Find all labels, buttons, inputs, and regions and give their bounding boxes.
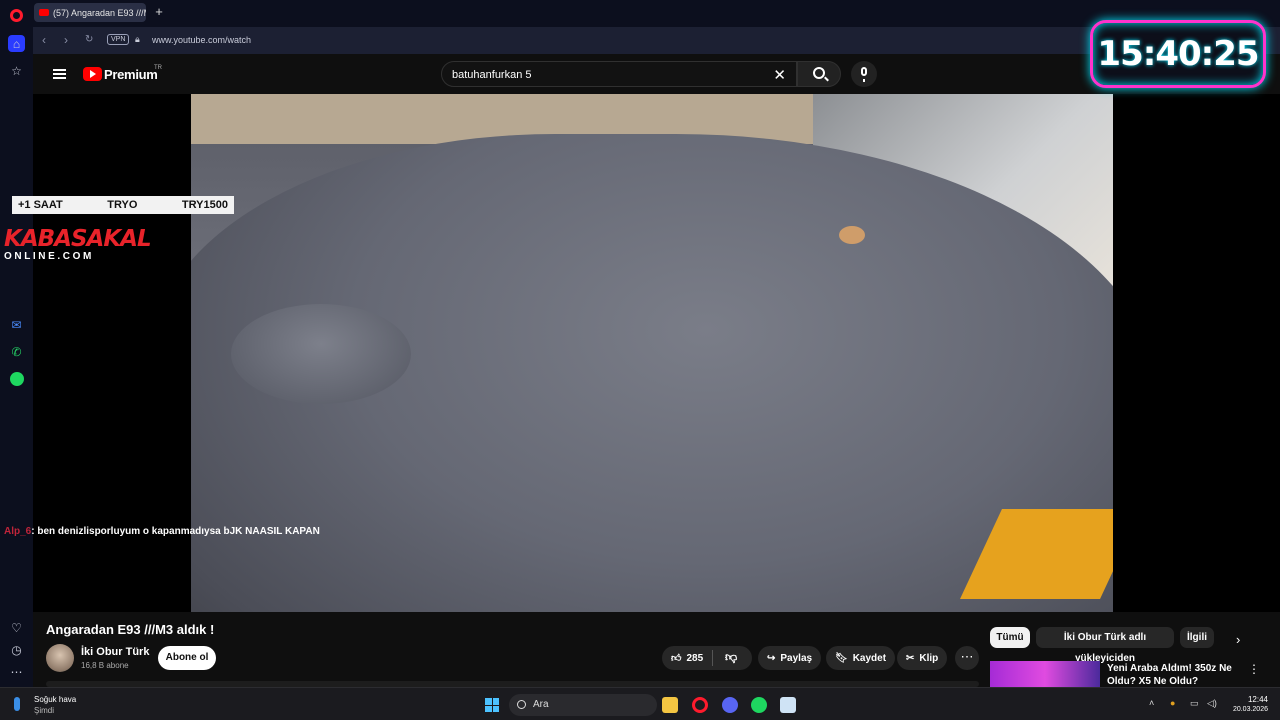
save-button[interactable]: 🔖︎ Kaydet [826,646,896,670]
recommendation-menu-icon[interactable]: ⋮ [1248,662,1260,676]
lock-icon[interactable]: 🔒︎ [135,34,140,45]
save-label: Kaydet [852,652,887,664]
url-field[interactable]: www.youtube.com/watch [152,35,251,45]
chat-username: Alp_6 [4,526,32,537]
clip-label: Klip [919,652,939,664]
reload-icon[interactable]: ↻ [85,34,93,45]
microphone-tray-icon[interactable]: ● [1170,698,1175,708]
promo-banner: +1 SAAT TRYO TRY1500 [12,196,234,214]
share-label: Paylaş [780,652,813,664]
video-frame[interactable] [191,94,1113,612]
sponsor-logo-line2: ONLINE.COM [4,251,94,262]
like-count: 285 [686,652,704,664]
thumbs-up-icon: 👍︎ [671,653,682,664]
browser-sidebar: ⌂ ☆ ✉ ✆ ♡ ◷ ⋯ [0,27,33,687]
youtube-favicon-icon [39,9,49,16]
app-taskbar-icon[interactable] [780,697,796,713]
search-icon [517,700,526,709]
vpn-badge[interactable]: VPN [107,34,130,45]
spotify-icon[interactable] [9,371,24,386]
youtube-premium-label[interactable]: Premium [104,67,158,82]
new-tab-icon[interactable]: + [152,5,166,19]
recommendation-thumbnail[interactable] [990,661,1100,687]
more-icon[interactable]: ⋯ [8,663,25,680]
youtube-logo-icon[interactable] [83,67,102,81]
voice-search-button[interactable] [851,61,877,87]
thermometer-icon[interactable] [14,697,20,711]
microphone-icon [861,67,867,82]
taskbar-time[interactable]: 12:44 [1238,695,1268,704]
search-icon [813,67,825,79]
browser-tab[interactable]: (57) Angaradan E93 ///M: × [34,3,146,22]
chat-message: : ben denizlisporluyum o kapanmadıysa bJ… [31,526,320,537]
video-title: Angaradan E93 ///M3 aldık ! [46,622,215,637]
browser-tab-bar: (57) Angaradan E93 ///M: × + [0,0,1280,27]
bookmark-icon: 🔖︎ [835,652,848,664]
forward-icon[interactable]: › [64,33,68,47]
spotify-taskbar-icon[interactable] [751,697,767,713]
heart-icon[interactable]: ♡ [8,619,25,636]
promo-item: TRY1500 [181,199,228,211]
sponsor-logo-line1: KABASAKAL [4,226,152,252]
opera-logo-icon[interactable] [10,9,23,22]
chip-uploader[interactable]: İki Obur Türk adlı yükleyiciden [1036,627,1174,664]
home-icon[interactable]: ⌂ [8,35,25,52]
chat-overlay-line: Alp_6: ben denizlisporluyum o kapanmadıy… [4,526,320,537]
promo-item: +1 SAAT [18,199,63,211]
subscribe-button[interactable]: Abone ol [158,646,216,670]
timer-value: 15:40:25 [1097,34,1259,74]
search-value: batuhanfurkan 5 [452,69,532,81]
star-icon[interactable]: ☆ [8,62,25,79]
opera-taskbar-icon[interactable] [692,697,708,713]
more-actions-icon[interactable]: ⋯ [955,646,979,670]
volume-icon[interactable]: ◁) [1207,698,1217,709]
recommendation-title[interactable]: Yeni Araba Aldım! 350z Ne Oldu? X5 Ne Ol… [1107,662,1237,688]
clip-button[interactable]: ✂ Klip [897,646,948,670]
weather-status[interactable]: Soğuk hava [34,695,76,704]
tab-title: (57) Angaradan E93 ///M: [53,7,146,18]
whatsapp-icon[interactable]: ✆ [8,343,25,360]
menu-icon[interactable] [53,69,66,79]
thumbs-down-icon[interactable]: 👎︎ [725,650,737,665]
clear-search-icon[interactable]: ✕ [773,66,786,84]
channel-avatar[interactable] [46,644,74,672]
taskbar-date[interactable]: 20.03.2026 [1226,706,1268,713]
car-badge [839,226,865,244]
share-button[interactable]: ↪ Paylaş [758,646,822,670]
windows-start-icon[interactable] [485,698,499,712]
chevron-up-icon[interactable]: ˄ [1149,698,1154,708]
like-divider [712,650,713,666]
taskbar-search-input[interactable]: Ara [509,694,657,716]
search-input[interactable]: batuhanfurkan 5 ✕ [441,61,797,87]
search-button[interactable] [797,61,841,87]
file-explorer-icon[interactable] [662,697,678,713]
region-code: TR [154,65,162,71]
back-icon[interactable]: ‹ [42,33,46,47]
scissors-icon: ✂ [906,652,915,664]
windows-taskbar: Soğuk hava Şimdi Ara ˄ ● ▭ ◁) 12:44 20.0… [0,687,1280,720]
taskbar-search-placeholder: Ara [533,699,549,710]
chip-related[interactable]: İlgili [1180,627,1214,648]
covered-mirror [231,304,411,404]
channel-name[interactable]: İki Obur Türk [81,646,149,658]
subscriber-count: 16,8 B abone [81,661,129,670]
chevron-right-icon[interactable]: › [1236,632,1240,647]
history-icon[interactable]: ◷ [8,641,25,658]
promo-item: TRYO [107,199,138,211]
stream-timer: 15:40:25 [1090,20,1266,88]
chip-all[interactable]: Tümü [990,627,1030,648]
messenger-icon[interactable]: ✉ [8,316,25,333]
discord-icon[interactable] [722,697,738,713]
weather-time: Şimdi [34,706,55,715]
sponsor-logo: KABASAKAL ONLINE.COM [4,226,152,262]
share-icon: ↪ [767,652,776,664]
like-button[interactable]: 👍︎ 285 👎︎ [662,646,752,670]
network-icon[interactable]: ▭ [1190,698,1199,709]
